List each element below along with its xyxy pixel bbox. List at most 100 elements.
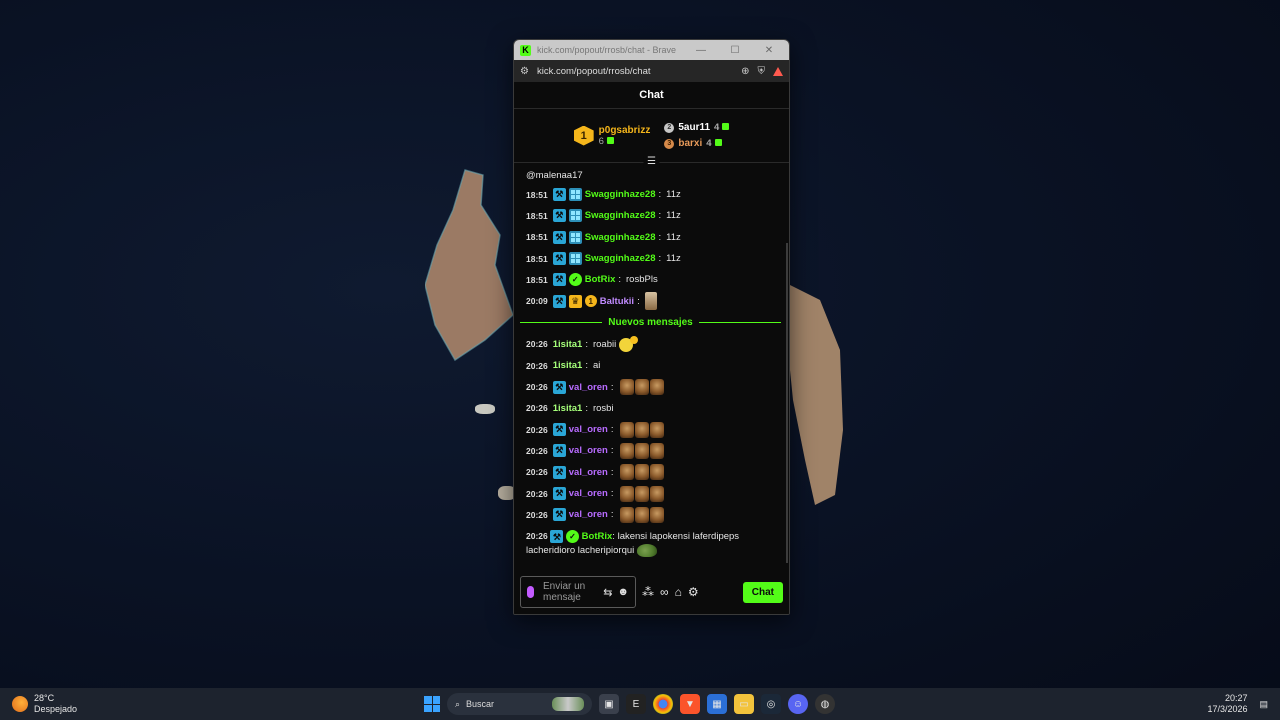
message-time: 18:51 — [526, 210, 548, 221]
store-icon[interactable]: ⌂ — [675, 585, 682, 599]
emote-icon — [644, 292, 657, 311]
message-input[interactable]: Enviar un mensaje ⇆ ☻ — [520, 576, 636, 608]
chat-message[interactable]: 20:26 ⚒ val_oren: — [526, 440, 781, 461]
chat-message[interactable]: 20:26 1isita1: rosbi — [526, 398, 781, 419]
message-time: 18:51 — [526, 232, 548, 243]
store-app-icon[interactable]: ▦ — [707, 694, 727, 714]
message-username[interactable]: val_oren — [569, 424, 608, 435]
chat-message[interactable]: 20:26 ⚒ val_oren: — [526, 376, 781, 397]
url-field[interactable]: kick.com/popout/rrosb/chat — [537, 66, 733, 77]
monkey-emote-icon — [650, 442, 665, 459]
monkey-emote-icon — [635, 464, 650, 481]
chat-message[interactable]: 20:09 ⚒ ♛ 1 Baltukii: — [526, 290, 781, 311]
verified-badge-icon: ✓ — [568, 273, 582, 287]
crown-badge-icon: ♛ — [568, 294, 582, 308]
steam-icon[interactable]: ◎ — [761, 694, 781, 714]
monkey-emote-icon — [635, 485, 650, 502]
discord-icon[interactable]: ☺ — [788, 694, 808, 714]
chat-message[interactable]: 18:51 ⚒ Swagginhaze28:11z — [526, 248, 781, 269]
message-username[interactable]: 1isita1 — [553, 339, 583, 350]
monkey-emote-icon — [620, 506, 635, 523]
address-bar: ⚙ kick.com/popout/rrosb/chat ⊕ ⛨ — [514, 60, 789, 82]
obs-icon[interactable]: ◍ — [815, 694, 835, 714]
taskbar-search[interactable]: ⌕ Buscar — [447, 693, 592, 715]
chat-message[interactable]: 18:51 ⚒ ✓ BotRix: rosbPls — [526, 269, 781, 290]
message-username[interactable]: val_oren — [569, 445, 608, 456]
chat-composer: Enviar un mensaje ⇆ ☻ ⁂ ∞ ⌂ ⚙ Chat — [514, 570, 789, 614]
leaderboard-second-count: 4 — [714, 122, 720, 133]
close-button[interactable]: ✕ — [755, 45, 783, 56]
start-button[interactable] — [424, 696, 440, 712]
clock-time: 20:27 — [1224, 693, 1248, 703]
chat-message[interactable]: 18:51 ⚒ Swagginhaze28:11z — [526, 184, 781, 205]
brave-icon[interactable]: ▼ — [680, 694, 700, 714]
site-settings-icon[interactable]: ⚙ — [520, 66, 529, 77]
monkey-emote-icon — [650, 421, 665, 438]
chat-message[interactable]: 20:26 ⚒ val_oren: — [526, 462, 781, 483]
leaderboard-third-count: 4 — [706, 138, 712, 149]
kick-coins-icon[interactable]: ⁂ — [642, 585, 654, 599]
message-username[interactable]: 1isita1 — [553, 360, 583, 371]
chat-message[interactable]: 18:51 ⚒ Swagginhaze28:11z — [526, 205, 781, 226]
islet — [475, 404, 495, 414]
chat-message[interactable]: 20:26 ⚒ val_oren: — [526, 419, 781, 440]
chat-message[interactable]: 20:26 1isita1: ai — [526, 355, 781, 376]
task-view-icon[interactable]: ▣ — [599, 694, 619, 714]
microphone-icon[interactable] — [527, 586, 534, 598]
message-username[interactable]: Swagginhaze28 — [585, 210, 656, 221]
message-username[interactable]: BotRix — [582, 531, 613, 542]
infinity-icon[interactable]: ∞ — [660, 585, 669, 599]
settings-icon[interactable]: ⚙ — [688, 585, 699, 599]
chrome-icon[interactable] — [653, 694, 673, 714]
subscriber-badge-icon — [568, 252, 582, 266]
monkey-emote-icon — [650, 379, 665, 396]
message-placeholder: Enviar un mensaje — [543, 581, 586, 603]
send-chat-button[interactable]: Chat — [742, 581, 783, 603]
epic-games-icon[interactable]: E — [626, 694, 646, 714]
message-username[interactable]: Baltukii — [600, 296, 634, 307]
notifications-icon[interactable]: ▤ — [1259, 699, 1268, 710]
maximize-button[interactable]: ☐ — [721, 45, 749, 56]
chat-message[interactable]: 18:51 ⚒ Swagginhaze28:11z — [526, 227, 781, 248]
gift-icon — [606, 136, 614, 144]
hammer-badge-icon: ⚒ — [552, 294, 566, 308]
brave-shield-icon[interactable]: ⛨ — [758, 66, 766, 77]
message-username[interactable]: BotRix — [585, 274, 616, 285]
hammer-badge-icon: ⚒ — [552, 230, 566, 244]
leaderboard-third-name: barxi — [678, 138, 703, 149]
message-username[interactable]: Swagginhaze28 — [585, 253, 656, 264]
leaderboard-third[interactable]: 3 barxi 4 — [664, 138, 729, 149]
leaderboard-first[interactable]: 1 p0gsabrizz 6 — [573, 124, 651, 147]
silver-medal-icon: 2 — [664, 122, 675, 133]
message-username[interactable]: val_oren — [569, 467, 608, 478]
clock-date: 17/3/2026 — [1207, 704, 1248, 714]
emote-group — [620, 442, 665, 459]
monkey-emote-icon — [650, 485, 665, 502]
minimize-button[interactable]: — — [687, 45, 715, 56]
file-explorer-icon[interactable]: ▭ — [734, 694, 754, 714]
wave-emote-icon — [619, 336, 639, 353]
message-text: 11z — [666, 231, 681, 243]
message-username[interactable]: val_oren — [569, 488, 608, 499]
monkey-emote-icon — [650, 506, 665, 523]
message-username[interactable]: val_oren — [569, 509, 608, 520]
message-username[interactable]: 1isita1 — [553, 403, 583, 414]
translate-icon[interactable]: ⇆ — [603, 586, 612, 599]
clock[interactable]: 20:27 17/3/2026 — [1207, 693, 1247, 715]
island-left — [425, 169, 514, 362]
chat-message[interactable]: 20:26 1isita1: roabii — [526, 334, 781, 355]
weather-widget[interactable]: 28°C Despejado — [12, 693, 77, 715]
chat-message[interactable]: 20:26 ⚒ ✓ BotRix: lakensi lapokensi lafe… — [526, 525, 781, 558]
chat-message[interactable]: 20:26 ⚒ val_oren: — [526, 504, 781, 525]
message-time: 20:26 — [526, 382, 548, 393]
message-username[interactable]: Swagginhaze28 — [585, 189, 656, 200]
chat-message[interactable]: 20:26 ⚒ val_oren: — [526, 483, 781, 504]
leaderboard-second[interactable]: 2 5aur11 4 — [664, 122, 730, 133]
emoji-icon[interactable]: ☻ — [617, 586, 629, 598]
leaderboard-first-name: p0gsabrizz — [598, 124, 651, 136]
message-time: 20:26 — [526, 531, 548, 542]
zoom-icon[interactable]: ⊕ — [741, 66, 749, 77]
brave-rewards-icon[interactable] — [773, 66, 783, 76]
message-username[interactable]: Swagginhaze28 — [585, 232, 656, 243]
message-username[interactable]: val_oren — [569, 382, 608, 393]
